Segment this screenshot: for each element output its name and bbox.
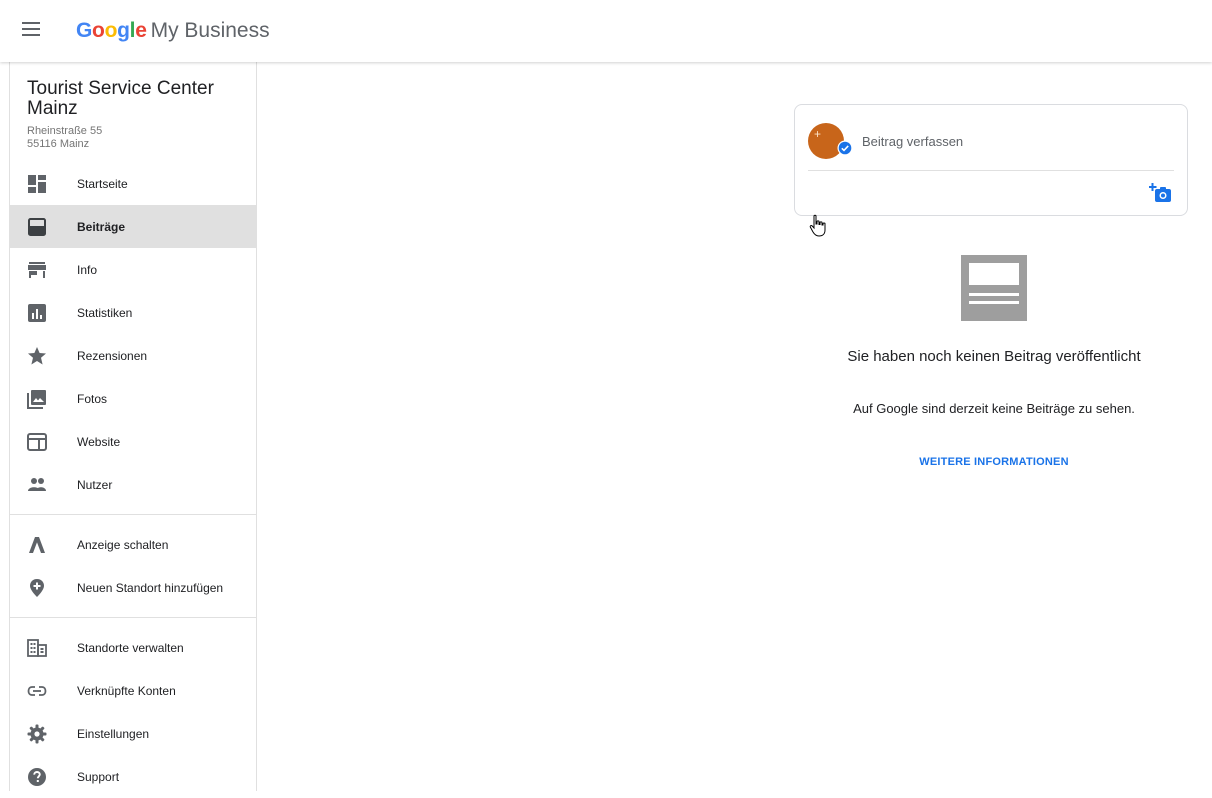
compose-post-input[interactable]: Beitrag verfassen: [862, 134, 963, 149]
sidebar-item-label: Nutzer: [77, 477, 113, 492]
google-ads-icon: [29, 537, 45, 553]
business-name: Tourist Service Center Mainz: [27, 78, 214, 119]
google-logo: Google: [76, 19, 147, 42]
plus-icon: +: [814, 127, 822, 141]
sidebar-item-label: Einstellungen: [77, 726, 150, 741]
posts-empty-icon: [961, 255, 1027, 321]
sidebar-item-support[interactable]: Support: [10, 755, 256, 798]
sidebar-item-einstellungen[interactable]: Einstellungen: [10, 712, 256, 755]
sidebar-item-label: Verknüpfte Konten: [77, 683, 176, 698]
users-icon: [28, 478, 46, 491]
sidebar: Tourist Service Center Mainz Rheinstraße…: [9, 62, 257, 791]
add-location-icon: [30, 579, 44, 597]
sidebar-divider: [10, 514, 256, 515]
app-logo[interactable]: Google My Business: [76, 19, 270, 43]
sidebar-item-label: Anzeige schalten: [77, 537, 169, 552]
empty-state-subtitle: Auf Google sind derzeit keine Beiträge z…: [853, 401, 1135, 416]
sidebar-item-label: Neuen Standort hinzufügen: [77, 580, 224, 595]
sidebar-item-label: Support: [77, 769, 120, 784]
compose-divider: [808, 170, 1174, 171]
business-info: Tourist Service Center Mainz Rheinstraße…: [10, 62, 256, 151]
compose-post-card[interactable]: + Beitrag verfassen: [794, 104, 1188, 216]
sidebar-item-verknuepfte-konten[interactable]: Verknüpfte Konten: [10, 669, 256, 712]
add-photo-icon[interactable]: [1149, 182, 1173, 206]
business-address-line2: 55116 Mainz: [27, 138, 90, 150]
link-icon: [27, 686, 47, 696]
insights-icon: [28, 304, 46, 322]
website-icon: [27, 433, 47, 451]
star-icon: [28, 347, 46, 365]
sidebar-item-label: Startseite: [77, 176, 128, 191]
sidebar-item-label: Statistiken: [77, 305, 133, 320]
hand-cursor-icon: [809, 214, 826, 237]
dashboard-icon: [28, 175, 46, 193]
posts-icon: [28, 218, 46, 236]
sidebar-item-nutzer[interactable]: Nutzer: [10, 463, 256, 506]
sidebar-item-label: Rezensionen: [77, 348, 148, 363]
sidebar-item-anzeige-schalten[interactable]: Anzeige schalten: [10, 523, 256, 566]
main-nav: Startseite Beiträge Info Statistiken Rez…: [10, 162, 256, 798]
sidebar-item-website[interactable]: Website: [10, 420, 256, 463]
sidebar-item-beitraege[interactable]: Beiträge: [10, 205, 256, 248]
store-icon: [28, 262, 46, 278]
learn-more-link[interactable]: WEITERE INFORMATIONEN: [844, 456, 1144, 468]
gear-icon: [27, 724, 47, 744]
sidebar-item-label: Website: [77, 434, 121, 449]
sidebar-item-label: Standorte verwalten: [77, 640, 184, 655]
sidebar-item-standorte-verwalten[interactable]: Standorte verwalten: [10, 626, 256, 669]
sidebar-item-statistiken[interactable]: Statistiken: [10, 291, 256, 334]
sidebar-item-label: Info: [77, 262, 98, 277]
help-icon: [28, 768, 46, 786]
photos-icon: [27, 390, 46, 409]
hamburger-menu-button[interactable]: [22, 22, 48, 42]
verified-badge-icon: [837, 140, 853, 156]
manage-locations-icon: [27, 639, 47, 657]
business-address-line1: Rheinstraße 55: [27, 125, 103, 137]
menu-icon: [22, 22, 40, 36]
sidebar-divider: [10, 617, 256, 618]
sidebar-item-info[interactable]: Info: [10, 248, 256, 291]
sidebar-item-label: Beiträge: [77, 219, 126, 234]
product-name: My Business: [150, 19, 270, 42]
sidebar-item-rezensionen[interactable]: Rezensionen: [10, 334, 256, 377]
app-header: Google My Business: [0, 0, 1212, 62]
sidebar-item-fotos[interactable]: Fotos: [10, 377, 256, 420]
empty-state-title: Sie haben noch keinen Beitrag veröffentl…: [847, 348, 1141, 365]
sidebar-item-label: Fotos: [77, 391, 108, 406]
sidebar-item-neuen-standort[interactable]: Neuen Standort hinzufügen: [10, 566, 256, 609]
sidebar-item-startseite[interactable]: Startseite: [10, 162, 256, 205]
